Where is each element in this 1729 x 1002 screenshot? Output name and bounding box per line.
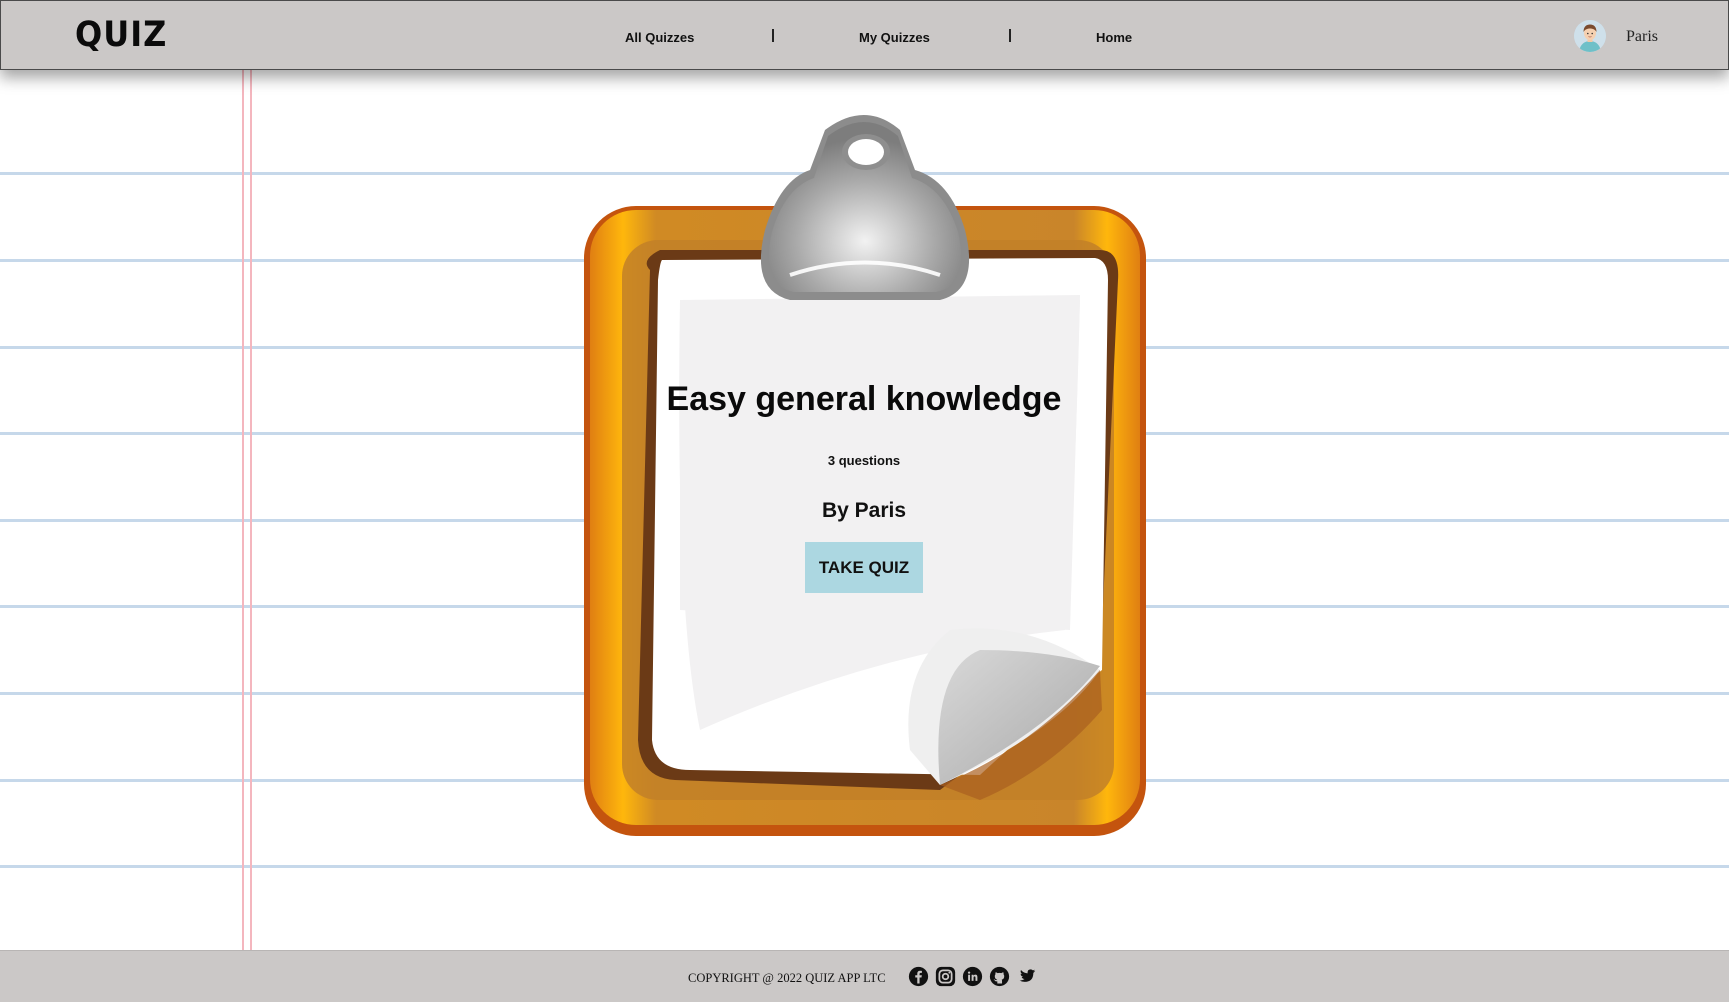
margin-line — [242, 70, 244, 950]
nav-my-quizzes[interactable]: My Quizzes — [859, 30, 930, 45]
quiz-author: By Paris — [821, 499, 907, 522]
instagram-icon[interactable] — [935, 966, 956, 987]
nav-all-quizzes[interactable]: All Quizzes — [625, 30, 694, 45]
take-quiz-button[interactable]: TAKE QUIZ — [805, 542, 923, 593]
top-navbar: QUIZ All Quizzes My Quizzes Home Paris — [0, 0, 1729, 70]
github-icon[interactable] — [989, 966, 1010, 987]
user-name[interactable]: Paris — [1626, 28, 1658, 46]
nav-home[interactable]: Home — [1096, 30, 1132, 45]
nav-separator — [772, 29, 774, 42]
linkedin-icon[interactable] — [962, 966, 983, 987]
user-avatar-icon[interactable] — [1574, 20, 1606, 52]
copyright-text: COPYRIGHT @ 2022 QUIZ APP LTC — [688, 971, 886, 985]
nav-separator — [1009, 29, 1011, 42]
facebook-icon[interactable] — [908, 966, 929, 987]
quiz-card: Easy general knowledge 3 questions By Pa… — [580, 110, 1150, 840]
margin-line — [250, 70, 252, 950]
quiz-page: QUIZ All Quizzes My Quizzes Home Paris E… — [0, 0, 1729, 1002]
app-logo[interactable]: QUIZ — [75, 13, 167, 54]
footer: COPYRIGHT @ 2022 QUIZ APP LTC — [0, 950, 1729, 1002]
rule-line — [0, 865, 1729, 868]
question-count: 3 questions — [827, 453, 901, 468]
quiz-title: Easy general knowledge — [666, 380, 1062, 418]
twitter-icon[interactable] — [1016, 966, 1037, 987]
